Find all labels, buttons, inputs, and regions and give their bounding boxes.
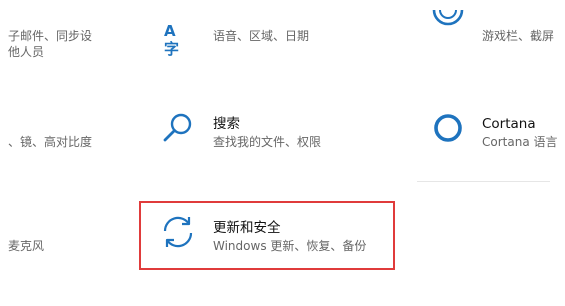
tile-cortana-desc: Cortana 语言 <box>482 135 558 149</box>
tile-time-language-desc: 语音、区域、日期 <box>213 29 310 43</box>
tile-privacy-desc: 麦克风 <box>8 239 45 253</box>
xbox-icon <box>432 9 464 26</box>
language-icon: A字 <box>164 22 179 58</box>
tile-gaming-desc: 游戏栏、截屏 <box>482 29 555 43</box>
tile-accounts-desc-line1: 子邮件、同步设 <box>8 29 93 43</box>
cortana-icon <box>434 114 462 142</box>
tile-cortana-title: Cortana <box>482 116 536 132</box>
tile-ease-of-access-desc: 、镜、高对比度 <box>8 135 93 149</box>
search-icon <box>163 113 192 142</box>
tile-accounts-desc-line2: 他人员 <box>8 45 45 59</box>
tile-search-title: 搜索 <box>213 116 240 132</box>
highlight-box <box>139 201 395 270</box>
tile-divider <box>417 181 550 182</box>
tile-search-desc: 查找我的文件、权限 <box>213 135 322 149</box>
